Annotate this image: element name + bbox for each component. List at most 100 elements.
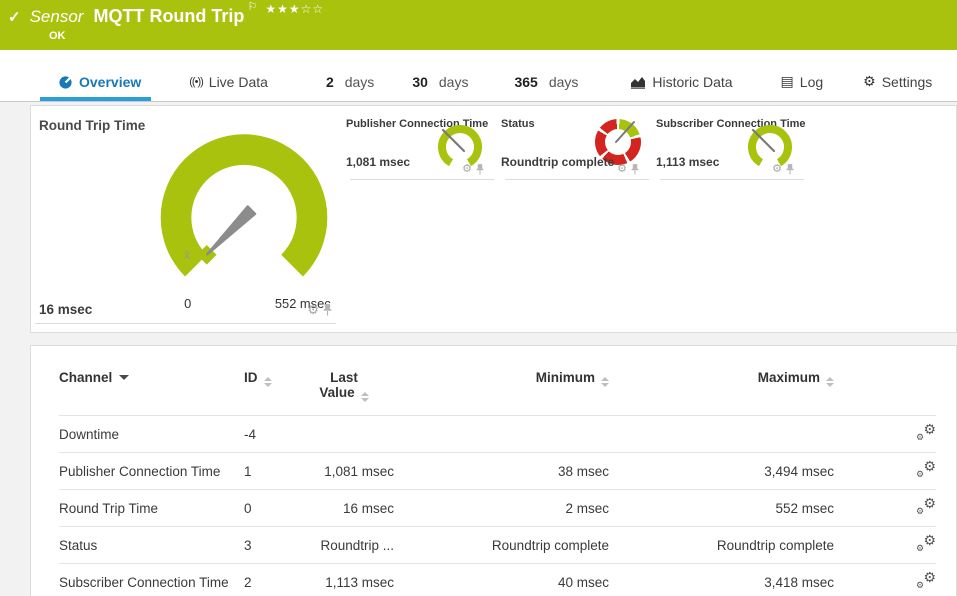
sort-icon xyxy=(263,377,272,387)
column-header-last-value[interactable]: Last Value xyxy=(294,370,394,416)
cell-maximum: 552 msec xyxy=(609,489,834,527)
cell-last-value: 1,113 msec xyxy=(294,563,394,596)
gear-icon[interactable]: ⚙ xyxy=(617,164,627,175)
tab-number: 2 xyxy=(325,74,334,90)
tab-historic-data[interactable]: Historic Data xyxy=(628,74,734,101)
tab-label: Live Data xyxy=(208,74,268,90)
channels-table: Channel ID Last Value Minimum Maximum Do… xyxy=(59,370,936,596)
gauge-cell-publisher-connection-time: Publisher Connection Time 1,081 msec ⚙ xyxy=(346,106,496,180)
tab-label: Historic Data xyxy=(652,74,733,90)
content-area: Round Trip Time x̄ 0 552 msec 16 msec ⚙ xyxy=(0,102,957,596)
cell-minimum: 40 msec xyxy=(394,563,609,596)
cell-id: -4 xyxy=(244,415,294,453)
tab-30-days[interactable]: 30 days xyxy=(410,74,470,101)
cell-channel: Publisher Connection Time xyxy=(59,452,244,490)
cell-id: 3 xyxy=(244,526,294,564)
tab-overview[interactable]: Overview xyxy=(39,74,152,101)
cell-channel: Subscriber Connection Time xyxy=(59,563,244,596)
log-icon: ▤ xyxy=(780,73,794,89)
tab-unit: days xyxy=(344,74,375,90)
pin-icon[interactable] xyxy=(631,164,639,175)
historic-chart-icon xyxy=(630,76,646,89)
tab-live-data[interactable]: ((•)) Live Data xyxy=(187,74,270,101)
tab-log[interactable]: ▤ Log xyxy=(779,73,826,101)
gauge-scale-min: 0 xyxy=(184,296,191,311)
cell-minimum: 38 msec xyxy=(394,452,609,490)
sensor-kind-label: Sensor xyxy=(29,7,84,26)
gear-icon: ⚙ xyxy=(863,73,876,89)
cell-maximum xyxy=(609,415,834,453)
gear-icon[interactable]: ⚙ xyxy=(772,164,782,175)
gauge-title: Status xyxy=(501,118,535,130)
cell-minimum: Roundtrip complete xyxy=(394,526,609,564)
tab-label: Overview xyxy=(79,74,142,90)
live-data-icon: ((•)) xyxy=(189,76,203,88)
pin-icon[interactable] xyxy=(476,164,484,175)
cell-channel: Status xyxy=(59,526,244,564)
flag-icon[interactable]: ⚐ xyxy=(247,0,257,13)
table-row-publisher-connection-time: Publisher Connection Time 1 1,081 msec 3… xyxy=(59,452,936,490)
tab-2-days[interactable]: 2 days xyxy=(324,74,376,101)
channel-settings-icon[interactable]: ⚙ ⚙ xyxy=(916,532,936,553)
round-trip-gauge: x̄ 0 552 msec xyxy=(160,134,331,311)
sensor-status-badge: OK xyxy=(49,30,66,42)
gear-icon[interactable]: ⚙ xyxy=(307,303,319,316)
gauge-cell-round-trip-time: Round Trip Time x̄ 0 552 msec 16 msec ⚙ xyxy=(31,106,338,324)
cell-minimum: 2 msec xyxy=(394,489,609,527)
cell-maximum: Roundtrip complete xyxy=(609,526,834,564)
column-header-minimum[interactable]: Minimum xyxy=(394,370,609,416)
pin-icon[interactable] xyxy=(323,303,332,316)
tab-settings[interactable]: ⚙ Settings xyxy=(861,73,934,101)
table-row-downtime: Downtime -4 ⚙ ⚙ xyxy=(59,415,936,453)
tab-unit: days xyxy=(548,74,579,90)
tab-365-days[interactable]: 365 days xyxy=(512,74,580,101)
gauges-panel: Round Trip Time x̄ 0 552 msec 16 msec ⚙ xyxy=(30,105,957,333)
channels-panel: Channel ID Last Value Minimum Maximum Do… xyxy=(30,345,957,596)
priority-stars[interactable]: ★★★☆☆ xyxy=(265,2,324,16)
column-header-maximum[interactable]: Maximum xyxy=(609,370,834,416)
cell-last-value: 1,081 msec xyxy=(294,452,394,490)
cell-last-value: 16 msec xyxy=(294,489,394,527)
sensor-banner: ✓ Sensor MQTT Round Trip ⚐ ★★★☆☆ OK xyxy=(0,0,957,50)
pin-icon[interactable] xyxy=(786,164,794,175)
tab-bar: Overview ((•)) Live Data 2 days 30 days … xyxy=(0,50,957,102)
tab-number: 30 xyxy=(412,74,428,90)
cell-last-value xyxy=(294,415,394,453)
tab-unit: days xyxy=(438,74,469,90)
table-row-status: Status 3 Roundtrip ... Roundtrip complet… xyxy=(59,526,936,564)
table-row-round-trip-time: Round Trip Time 0 16 msec 2 msec 552 mse… xyxy=(59,489,936,527)
cell-maximum: 3,494 msec xyxy=(609,452,834,490)
status-check-icon: ✓ xyxy=(8,9,21,26)
cell-maximum: 3,418 msec xyxy=(609,563,834,596)
tab-label: Log xyxy=(799,73,824,90)
cell-minimum xyxy=(394,415,609,453)
sort-icon xyxy=(601,377,609,387)
tab-number: 365 xyxy=(514,74,538,90)
sensor-title: MQTT Round Trip xyxy=(93,6,245,26)
channel-settings-icon[interactable]: ⚙ ⚙ xyxy=(916,458,936,479)
gauge-icon xyxy=(58,74,73,90)
channel-settings-icon[interactable]: ⚙ ⚙ xyxy=(916,569,936,590)
sort-active-icon xyxy=(119,375,130,380)
column-header-id[interactable]: ID xyxy=(244,370,294,416)
subscriber-gauge xyxy=(748,125,792,167)
column-header-channel[interactable]: Channel xyxy=(59,370,244,416)
channel-settings-icon[interactable]: ⚙ ⚙ xyxy=(916,421,936,442)
gauge-value: 1,113 msec xyxy=(656,155,720,169)
gauge-cell-status: Status Roundtrip complete ⚙ xyxy=(501,106,651,180)
cell-id: 0 xyxy=(244,489,294,527)
channel-settings-icon[interactable]: ⚙ ⚙ xyxy=(916,495,936,516)
sort-icon xyxy=(826,377,834,387)
cell-last-value: Roundtrip ... xyxy=(294,526,394,564)
gauge-value: 16 msec xyxy=(39,302,93,317)
average-marker: x̄ xyxy=(184,248,190,262)
column-header-actions xyxy=(834,370,936,416)
gear-icon[interactable]: ⚙ xyxy=(462,164,472,175)
cell-id: 1 xyxy=(244,452,294,490)
table-row-subscriber-connection-time: Subscriber Connection Time 2 1,113 msec … xyxy=(59,563,936,596)
cell-channel: Round Trip Time xyxy=(59,489,244,527)
tab-label: Settings xyxy=(881,73,933,90)
gauge-cell-subscriber-connection-time: Subscriber Connection Time 1,113 msec ⚙ xyxy=(656,106,806,180)
publisher-gauge xyxy=(438,125,482,167)
gauge-value: Roundtrip complete xyxy=(501,155,615,169)
